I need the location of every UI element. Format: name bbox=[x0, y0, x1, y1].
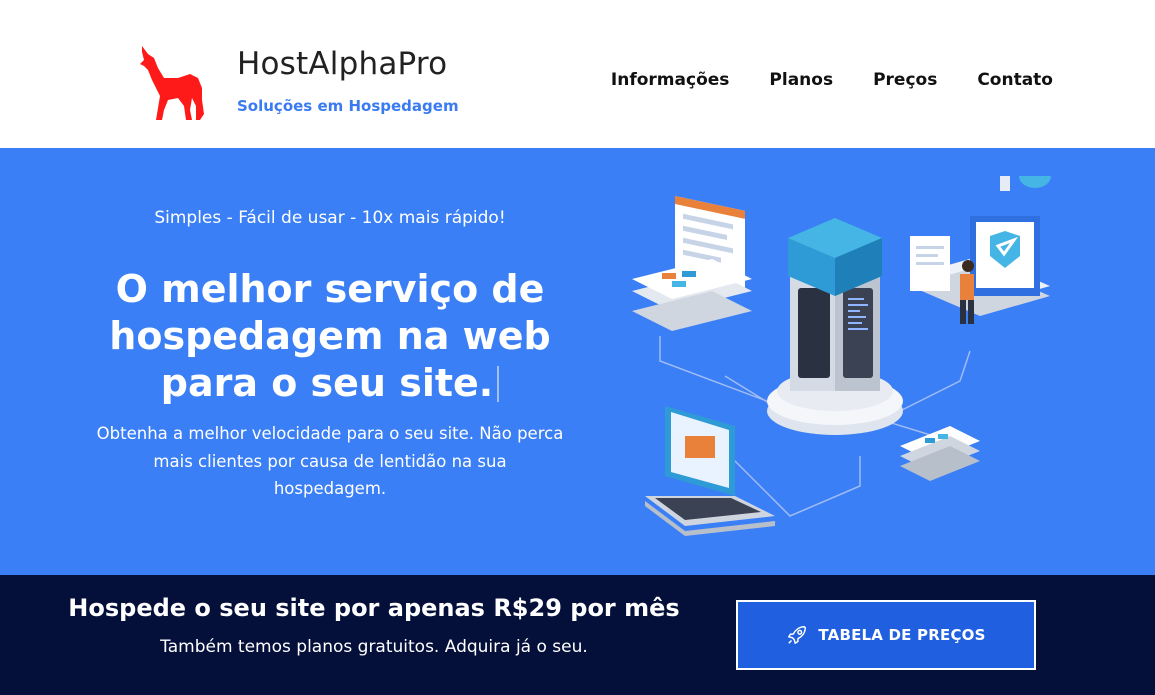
nav-item-informacoes[interactable]: Informações bbox=[611, 70, 729, 90]
rocket-icon bbox=[788, 626, 807, 644]
promo-banner: Hospede o seu site por apenas R$29 por m… bbox=[0, 575, 1155, 695]
hero-title-line: hospedagem na web bbox=[109, 314, 551, 358]
hero-title-line: O melhor serviço de bbox=[115, 267, 545, 311]
site-header: HostAlphaPro Soluções em Hospedagem Info… bbox=[0, 0, 1155, 148]
hero-section: Simples - Fácil de usar - 10x mais rápid… bbox=[0, 148, 1155, 575]
pricing-table-button-label: TABELA DE PREÇOS bbox=[818, 626, 986, 644]
brand-name[interactable]: HostAlphaPro bbox=[237, 46, 447, 82]
nav-item-precos[interactable]: Preços bbox=[873, 70, 937, 90]
hero-description: Obtenha a melhor velocidade para o seu s… bbox=[96, 424, 564, 498]
nav-item-planos[interactable]: Planos bbox=[769, 70, 833, 90]
hero-title: O melhor serviço de hospedagem na web pa… bbox=[70, 266, 590, 407]
brand-tagline: Soluções em Hospedagem bbox=[237, 97, 459, 115]
pricing-table-button[interactable]: TABELA DE PREÇOS bbox=[736, 600, 1036, 670]
wolf-icon[interactable] bbox=[138, 44, 210, 122]
banner-subtitle: Também temos planos gratuitos. Adquira j… bbox=[160, 637, 588, 657]
typing-cursor bbox=[497, 366, 500, 402]
banner-title: Hospede o seu site por apenas R$29 por m… bbox=[68, 594, 680, 622]
hero-title-line: para o seu site. bbox=[160, 361, 494, 405]
nav-item-contato[interactable]: Contato bbox=[977, 70, 1053, 90]
hero-tagline: Simples - Fácil de usar - 10x mais rápid… bbox=[154, 208, 506, 228]
main-nav: Informações Planos Preços Contato bbox=[611, 70, 1053, 90]
hosting-illustration bbox=[632, 176, 1051, 536]
